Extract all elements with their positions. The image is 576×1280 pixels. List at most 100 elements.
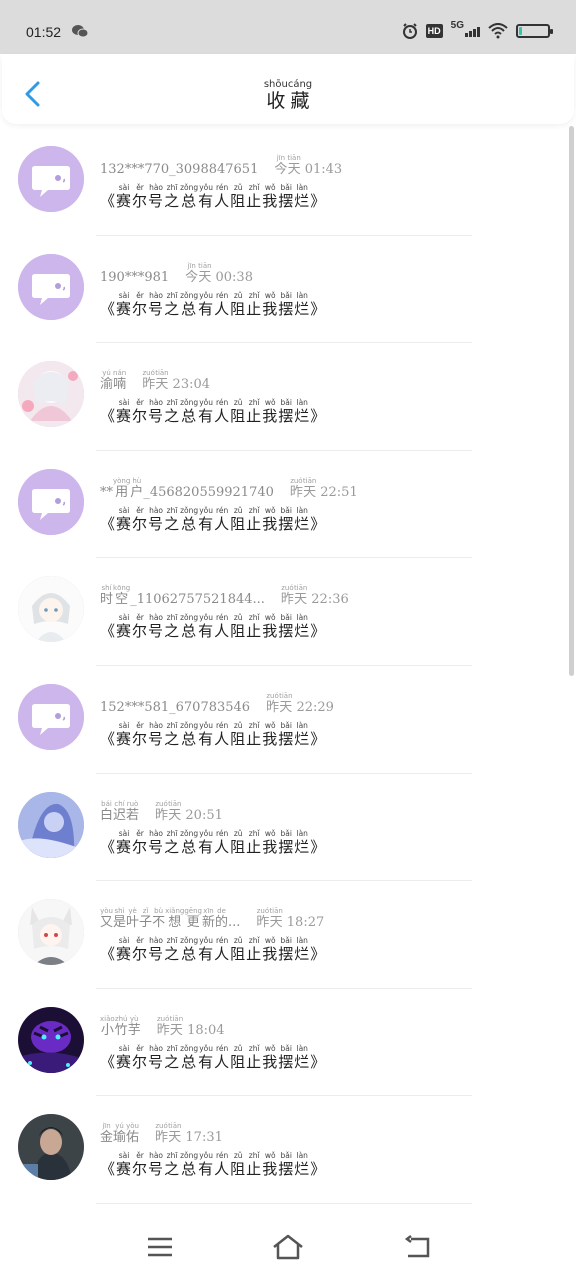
name-char: 若ruò <box>126 799 140 823</box>
list-item[interactable]: 时shí空kōng_11062757521844... 昨zuó天tiān 22:… <box>0 558 576 666</box>
item-meta: 小xiǎo竹zhú芋yù 昨zuó天tiān 18:04 <box>100 1015 225 1038</box>
book-title-char: 总zǒng <box>180 290 199 318</box>
menu-button[interactable] <box>140 1230 180 1264</box>
list-item[interactable]: 白bái迟chí若ruò 昨zuó天tiān 20:51 《赛sài尔ěr号hào之… <box>0 774 576 882</box>
name-char: 更gēng <box>184 907 202 931</box>
title-bracket-open: 《 <box>100 407 117 426</box>
book-title[interactable]: 《赛sài尔ěr号hào之zhī总zǒng有yǒu人rén阻zǔ止zhǐ我wǒ摆… <box>100 828 326 857</box>
book-title-char: 总zǒng <box>180 1043 199 1071</box>
list-item[interactable]: **用yòng户hù_456820559921740 昨zuó天tiān 22:5… <box>0 451 576 559</box>
book-title[interactable]: 《赛sài尔ěr号hào之zhī总zǒng有yǒu人rén阻zǔ止zhǐ我wǒ摆… <box>100 720 326 749</box>
book-title-char: 赛sài <box>116 828 133 856</box>
timestamp: 今jīn天tiān 00:38 <box>185 261 253 285</box>
book-title-char: 烂làn <box>294 1043 311 1071</box>
name-char: 空kōng <box>113 584 131 608</box>
list-item[interactable]: 渝yú喃nán 昨zuó天tiān 23:04 《赛sài尔ěr号hào之zhī总z… <box>0 343 576 451</box>
book-title-char: 尔ěr <box>132 1151 149 1179</box>
name-char: 喃nán <box>113 369 127 393</box>
avatar[interactable] <box>18 146 84 212</box>
item-meta: 132***770_3098847651 今jīn天tiān 01:43 <box>100 154 342 177</box>
book-title-char: 阻zǔ <box>230 183 247 210</box>
day-char: 今jīn <box>185 261 199 285</box>
book-title-char: 之zhī <box>164 720 181 748</box>
book-title-char: 号hào <box>148 1151 165 1179</box>
day-char: 天tiān <box>269 907 283 931</box>
title-bracket-close: 》 <box>310 514 327 533</box>
day-char: 天tiān <box>287 154 301 177</box>
book-title-char: 止zhǐ <box>246 183 263 210</box>
time-value: 23:04 <box>168 377 211 393</box>
book-title-char: 之zhī <box>164 1043 181 1071</box>
day-char: 昨zuó <box>155 799 169 823</box>
book-title-char: 止zhǐ <box>246 936 263 964</box>
avatar[interactable] <box>18 791 84 858</box>
item-meta: 152***581_670783546 昨zuó天tiān 22:29 <box>100 692 334 715</box>
avatar[interactable] <box>18 253 84 320</box>
avatar[interactable] <box>18 1114 84 1181</box>
list-item[interactable]: 小xiǎo竹zhú芋yù 昨zuó天tiān 18:04 《赛sài尔ěr号hào之… <box>0 989 576 1097</box>
title-bracket-close: 》 <box>310 299 327 318</box>
user-name: 又yòu是shì叶yè子zǐ不bù想xiǎng更gēng新xīn的de... <box>100 907 240 931</box>
book-title-char: 阻zǔ <box>230 505 247 533</box>
wechat-icon <box>72 25 88 38</box>
user-name: 时shí空kōng_11062757521844... <box>100 584 265 608</box>
book-title[interactable]: 《赛sài尔ěr号hào之zhī总zǒng有yǒu人rén阻zǔ止zhǐ我wǒ摆… <box>100 1151 326 1179</box>
book-title[interactable]: 《赛sài尔ěr号hào之zhī总zǒng有yǒu人rén阻zǔ止zhǐ我wǒ摆… <box>100 505 327 534</box>
book-title-char: 人rén <box>214 1043 231 1071</box>
avatar[interactable] <box>18 1006 84 1073</box>
book-title-char: 我wǒ <box>262 1043 279 1071</box>
name-char: 迟chí <box>113 799 127 823</box>
book-title-char: 赛sài <box>116 720 133 748</box>
status-icons: HD 5G <box>402 20 553 42</box>
book-title-char: 摆bǎi <box>278 613 295 641</box>
list-item[interactable]: 又yòu是shì叶yè子zǐ不bù想xiǎng更gēng新xīn的de... 昨z… <box>0 881 576 989</box>
list-item[interactable]: 132***770_3098847651 今jīn天tiān 01:43 《赛sài… <box>0 128 576 236</box>
name-char: 是shì <box>113 907 127 931</box>
avatar[interactable] <box>18 576 84 643</box>
book-title[interactable]: 《赛sài尔ěr号hào之zhī总zǒng有yǒu人rén阻zǔ止zhǐ我wǒ摆… <box>100 613 327 641</box>
book-title[interactable]: 《赛sài尔ěr号hào之zhī总zǒng有yǒu人rén阻zǔ止zhǐ我wǒ摆… <box>100 1043 326 1072</box>
book-title-char: 摆bǎi <box>278 1151 295 1179</box>
title-bracket-close: 》 <box>310 192 327 210</box>
book-title-char: 阻zǔ <box>230 828 247 856</box>
list-item[interactable]: 金jīn瑜yú佑yòu 昨zuó天tiān 17:31 《赛sài尔ěr号hào之z… <box>0 1096 576 1204</box>
book-title[interactable]: 《赛sài尔ěr号hào之zhī总zǒng有yǒu人rén阻zǔ止zhǐ我wǒ摆… <box>100 936 326 964</box>
book-title-char: 摆bǎi <box>278 720 295 748</box>
title-bracket-open: 《 <box>100 837 117 856</box>
book-title[interactable]: 《赛sài尔ěr号hào之zhī总zǒng有yǒu人rén阻zǔ止zhǐ我wǒ摆… <box>100 290 327 319</box>
book-title-char: 号hào <box>148 613 165 641</box>
book-title-char: 摆bǎi <box>278 505 295 533</box>
timestamp: 昨zuó天tiān 22:36 <box>280 584 349 608</box>
book-title-char: 人rén <box>214 828 231 856</box>
name-char: 用yòng <box>113 476 131 500</box>
list-item[interactable]: 152***581_670783546 昨zuó天tiān 22:29 《赛sài尔… <box>0 666 576 774</box>
timestamp: 昨zuó天tiān 22:29 <box>266 691 334 715</box>
avatar[interactable] <box>18 468 84 535</box>
wifi-icon <box>488 23 508 39</box>
book-title-char: 总zǒng <box>180 613 199 641</box>
book-title-char: 之zhī <box>164 613 181 641</box>
book-title[interactable]: 《赛sài尔ěr号hào之zhī总zǒng有yǒu人rén阻zǔ止zhǐ我wǒ摆… <box>100 183 327 211</box>
book-title-char: 烂làn <box>294 183 311 210</box>
day-char: 昨zuó <box>280 584 294 608</box>
avatar[interactable] <box>18 899 84 966</box>
book-title-char: 阻zǔ <box>230 720 247 748</box>
book-title-char: 尔ěr <box>132 613 149 641</box>
book-title-char: 之zhī <box>164 828 181 856</box>
title-bracket-close: 》 <box>310 622 327 641</box>
back-nav-button[interactable] <box>396 1230 436 1264</box>
name-char: 金jīn <box>100 1122 114 1146</box>
user-name: 132***770_3098847651 <box>100 162 259 177</box>
item-meta: 又yòu是shì叶yè子zǐ不bù想xiǎng更gēng新xīn的de... 昨z… <box>100 907 324 930</box>
scrollbar[interactable] <box>569 126 574 676</box>
book-title-char: 总zǒng <box>180 936 199 964</box>
avatar[interactable] <box>18 361 84 428</box>
book-title-char: 人rén <box>214 936 231 964</box>
list-item[interactable]: 190***981 今jīn天tiān 00:38 《赛sài尔ěr号hào之zhī… <box>0 236 576 344</box>
book-title[interactable]: 《赛sài尔ěr号hào之zhī总zǒng有yǒu人rén阻zǔ止zhǐ我wǒ摆… <box>100 398 326 426</box>
book-title-char: 有yǒu <box>198 720 215 748</box>
day-char: 昨zuó <box>266 691 280 715</box>
home-button[interactable] <box>268 1230 308 1264</box>
avatar[interactable] <box>18 683 84 750</box>
book-title-char: 赛sài <box>116 1043 133 1071</box>
